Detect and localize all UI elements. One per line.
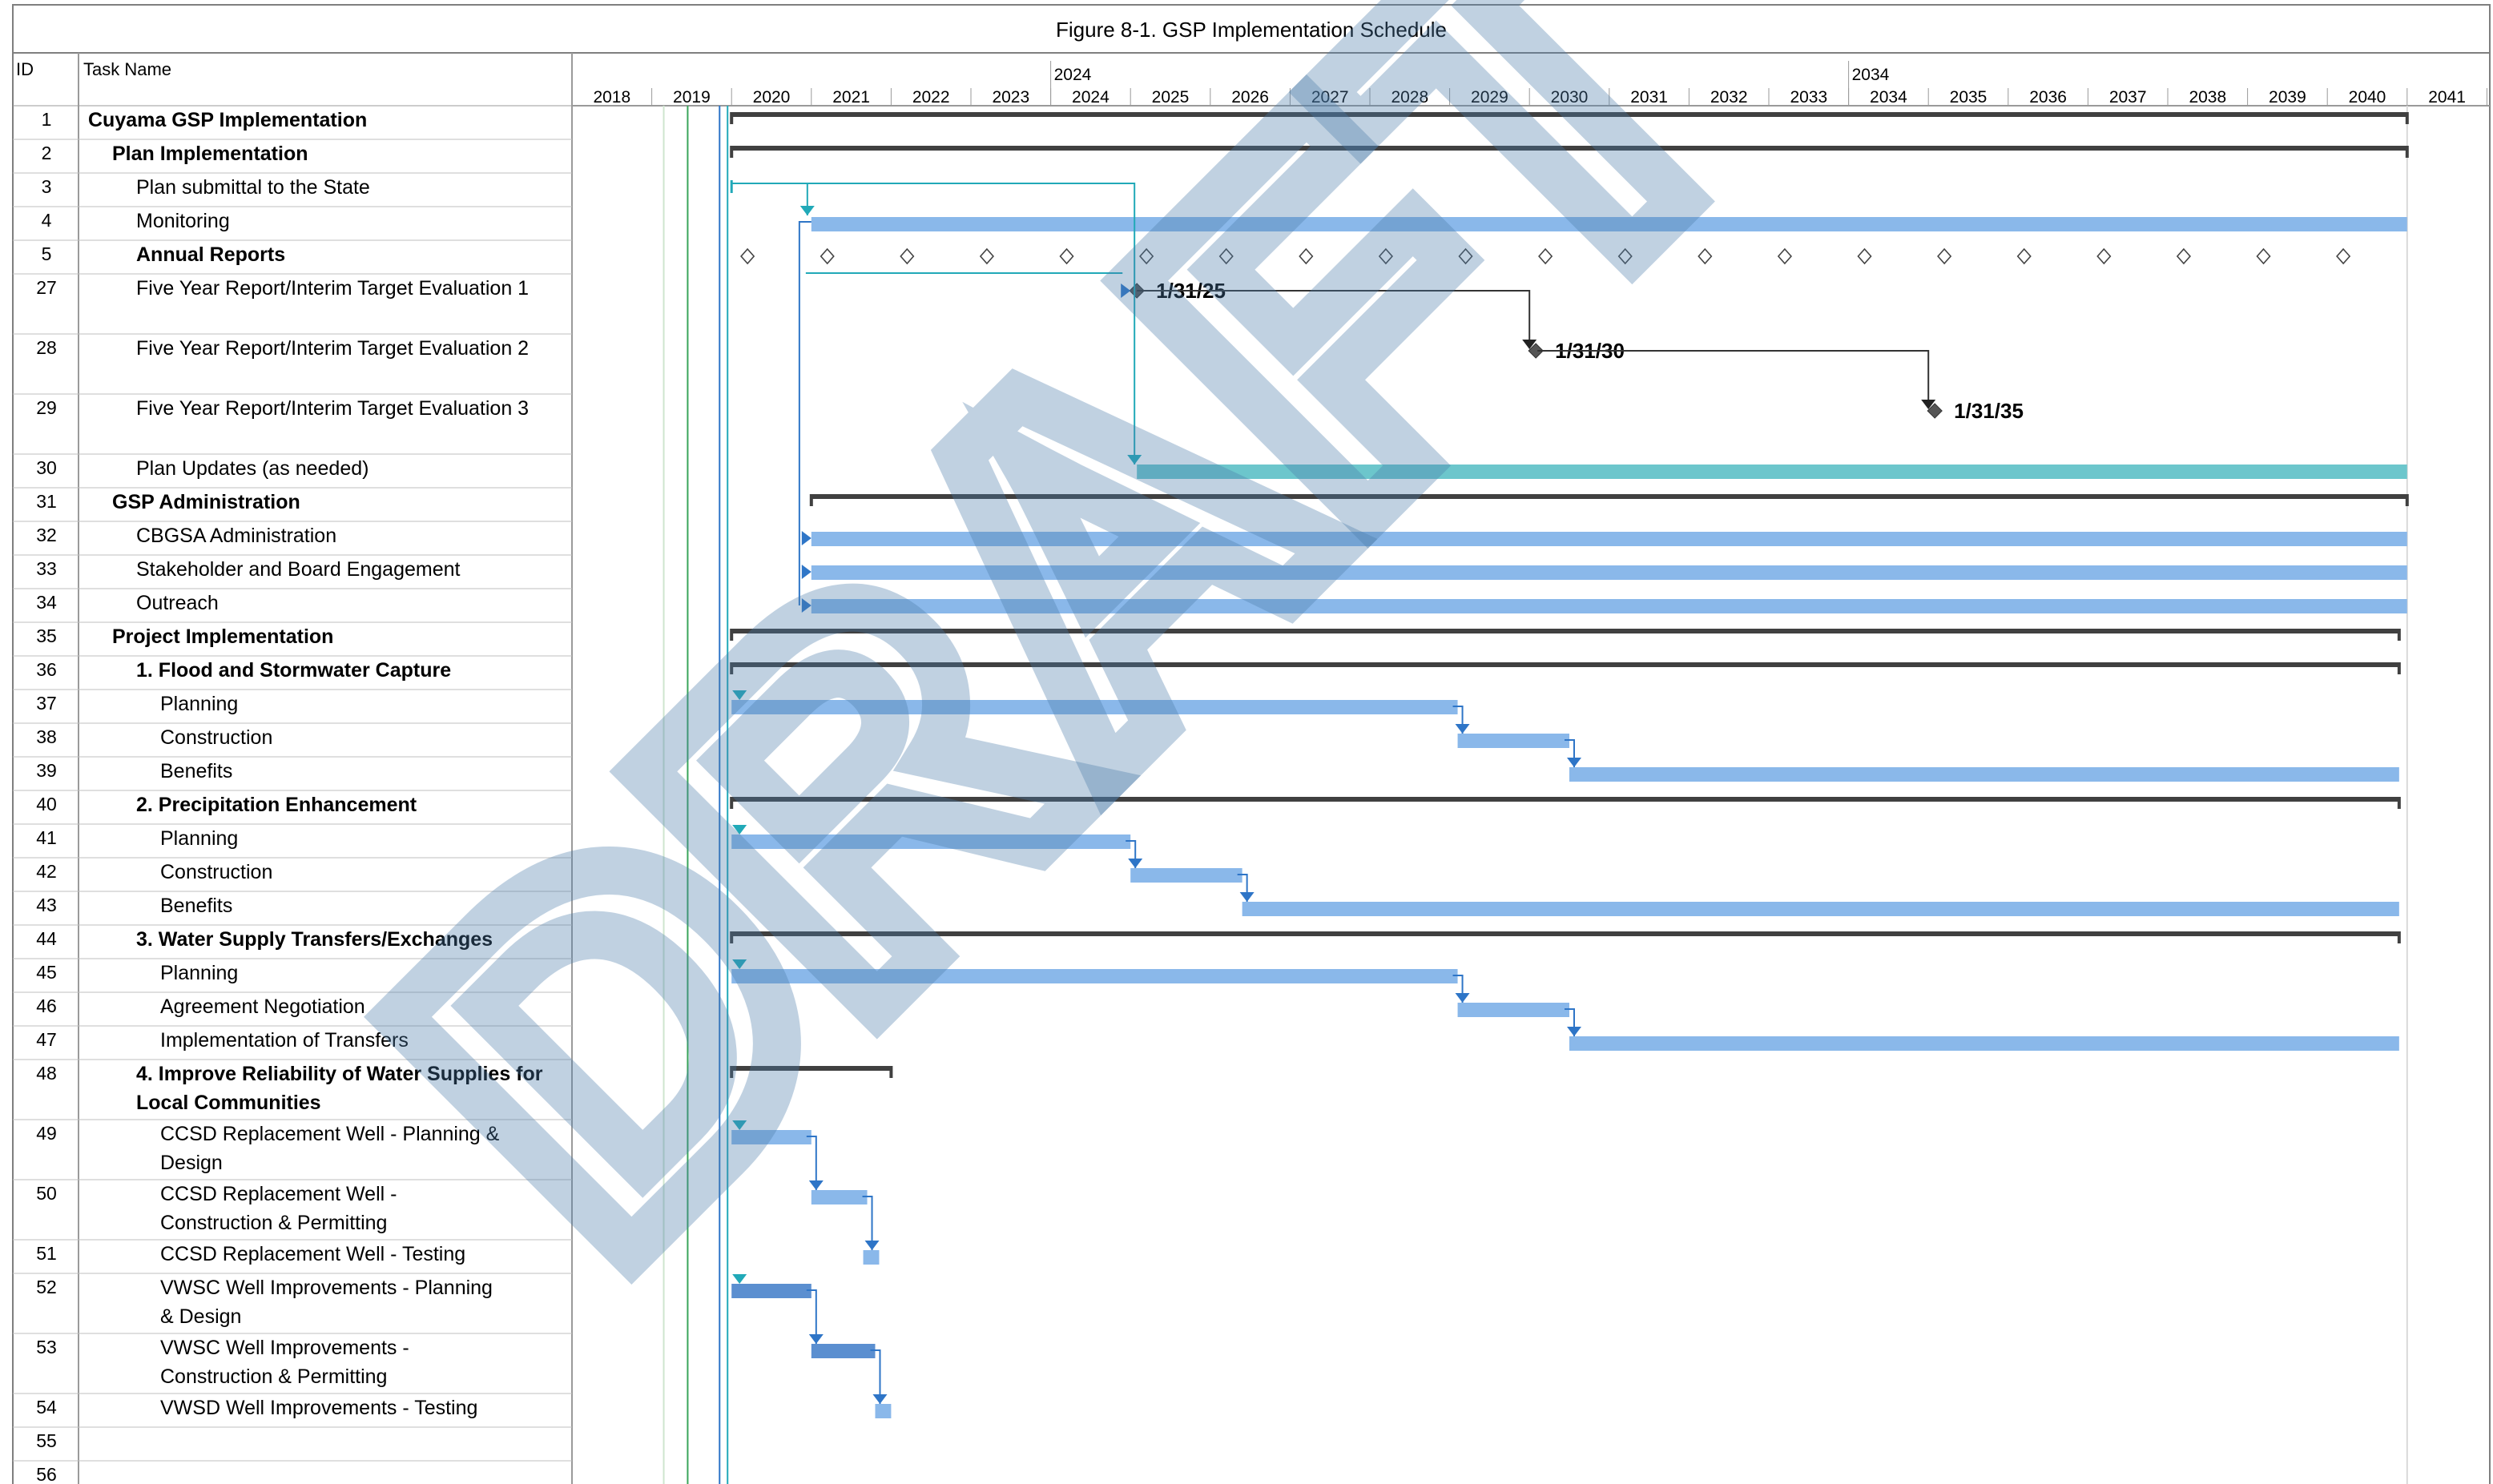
task-name: Annual Reports [136, 243, 285, 266]
task-name: Planning [160, 827, 238, 850]
year-label: 2039 [2269, 88, 2306, 107]
task-id: 48 [36, 1063, 57, 1084]
task-id: 49 [36, 1123, 57, 1144]
task-name: Stakeholder and Board Engagement [136, 558, 461, 581]
task-id: 56 [36, 1464, 57, 1484]
task-id: 2 [42, 143, 52, 163]
task-bar [1457, 1003, 1569, 1017]
task-id: 30 [36, 457, 57, 478]
task-id: 45 [36, 962, 57, 983]
task-id: 28 [36, 337, 57, 358]
task-id: 53 [36, 1337, 57, 1357]
task-id: 44 [36, 928, 57, 949]
task-name: Project Implementation [112, 625, 333, 648]
year-label: 2041 [2428, 88, 2466, 107]
task-id: 5 [42, 243, 52, 264]
year-label: 2035 [1950, 88, 1988, 107]
task-id: 31 [36, 491, 57, 512]
task-name: Construction [160, 861, 272, 883]
gantt-chart: Figure 8-1. GSP Implementation Schedule I… [0, 0, 2493, 1484]
task-id: 46 [36, 995, 57, 1016]
task-id: 52 [36, 1277, 57, 1297]
year-label: 2038 [2189, 88, 2226, 107]
year-label: 2021 [832, 88, 870, 107]
year-label: 2034 [1870, 88, 1907, 107]
year-label: 2019 [673, 88, 711, 107]
task-id: 35 [36, 625, 57, 646]
task-name: Benefits [160, 760, 232, 782]
major-year-label: 2034 [1852, 66, 1890, 84]
task-name: 2. Precipitation Enhancement [136, 794, 417, 816]
milestone-date-label: 1/31/35 [1954, 399, 2024, 423]
task-id: 1 [42, 109, 52, 130]
task-id: 40 [36, 794, 57, 814]
task-bar [1569, 1036, 2399, 1051]
task-name: Five Year Report/Interim Target Evaluati… [136, 277, 529, 300]
task-id: 27 [36, 277, 57, 298]
task-name: Benefits [160, 895, 232, 917]
task-name: Planning [160, 962, 238, 984]
task-id: 43 [36, 895, 57, 915]
task-id: 3 [42, 176, 52, 197]
gantt-canvas: Figure 8-1. GSP Implementation ScheduleI… [12, 0, 2491, 1484]
year-label: 2022 [912, 88, 950, 107]
task-name-column-header: Task Name [83, 59, 171, 79]
task-name: VWSD Well Improvements - Testing [160, 1397, 477, 1419]
task-bar [1242, 902, 2399, 916]
task-bar [863, 1250, 880, 1265]
task-bar [875, 1404, 892, 1418]
task-id: 34 [36, 592, 57, 613]
year-label: 2033 [1790, 88, 1827, 107]
year-label: 2020 [753, 88, 791, 107]
task-id: 29 [36, 397, 57, 418]
task-id: 55 [36, 1430, 57, 1451]
task-id: 50 [36, 1183, 57, 1204]
task-name: Planning [160, 693, 238, 715]
task-bar [811, 1344, 876, 1358]
task-bar [1569, 767, 2399, 782]
year-label: 2018 [593, 88, 630, 107]
task-id: 47 [36, 1029, 57, 1050]
task-name: Cuyama GSP Implementation [88, 109, 367, 131]
year-label: 2023 [992, 88, 1029, 107]
task-name: GSP Administration [112, 491, 300, 513]
task-name: Plan submittal to the State [136, 176, 370, 199]
task-name: Outreach [136, 592, 219, 614]
task-name: CCSD Replacement Well - Testing [160, 1243, 465, 1265]
year-label: 2040 [2349, 88, 2386, 107]
task-bar [731, 1284, 812, 1298]
task-name: Five Year Report/Interim Target Evaluati… [136, 337, 529, 360]
task-name: Five Year Report/Interim Target Evaluati… [136, 397, 529, 420]
year-label: 2024 [1072, 88, 1110, 107]
task-id: 41 [36, 827, 57, 848]
task-id: 37 [36, 693, 57, 714]
task-id: 33 [36, 558, 57, 579]
year-label: 2037 [2109, 88, 2147, 107]
task-name: Monitoring [136, 210, 230, 232]
task-name: Plan Implementation [112, 143, 308, 165]
major-year-label: 2024 [1054, 66, 1092, 84]
year-label: 2036 [2029, 88, 2067, 107]
task-id: 54 [36, 1397, 57, 1418]
task-name: 1. Flood and Stormwater Capture [136, 659, 451, 682]
task-id: 38 [36, 726, 57, 747]
task-bar [1457, 734, 1569, 748]
task-id: 4 [42, 210, 52, 231]
task-id: 39 [36, 760, 57, 781]
task-id: 42 [36, 861, 57, 882]
task-id: 36 [36, 659, 57, 680]
task-name: CBGSA Administration [136, 525, 336, 547]
task-id: 32 [36, 525, 57, 545]
task-id: 51 [36, 1243, 57, 1264]
id-column-header: ID [16, 59, 34, 79]
task-name: Plan Updates (as needed) [136, 457, 369, 480]
task-name: Construction [160, 726, 272, 749]
